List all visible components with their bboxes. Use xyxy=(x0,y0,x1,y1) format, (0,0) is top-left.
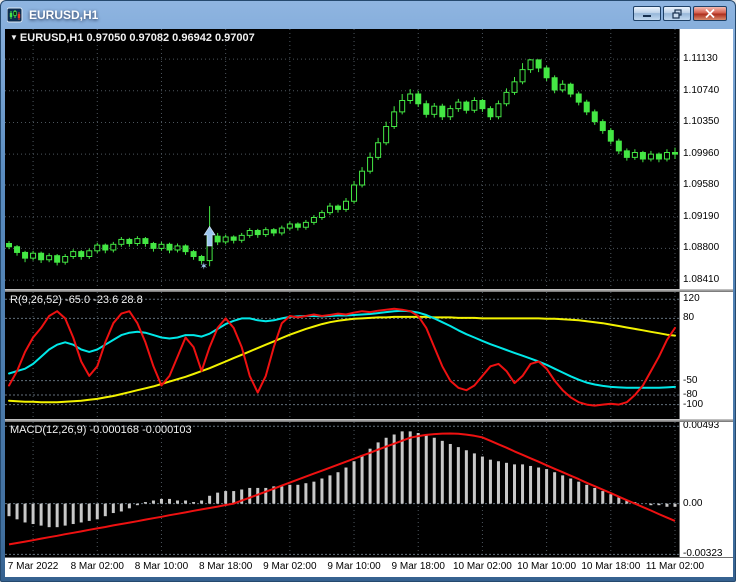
fast-line xyxy=(8,307,676,407)
time-axis-label: 8 Mar 02:00 xyxy=(70,561,124,572)
minimize-button[interactable] xyxy=(633,6,661,21)
time-axis-label: 8 Mar 10:00 xyxy=(134,561,189,572)
time-axis-label: 9 Mar 18:00 xyxy=(391,561,445,572)
chart-begin-marker-icon: ▼ xyxy=(10,33,18,42)
time-axis-label: 9 Mar 02:00 xyxy=(263,561,317,572)
time-axis-label: 10 Mar 02:00 xyxy=(452,561,512,572)
restore-button[interactable] xyxy=(663,6,691,21)
price-axis-label: 1.09190 xyxy=(683,210,720,222)
macd-canvas xyxy=(5,422,679,557)
caption-buttons xyxy=(633,6,727,21)
minimize-icon xyxy=(643,15,651,17)
price-axis-label: 1.09960 xyxy=(683,148,720,160)
oscillator-panel[interactable] xyxy=(5,292,679,419)
chart-window: EURUSD,H1 ✶ 1.11130 1.10740 1.10350 1.09… xyxy=(0,0,736,582)
time-axis-label: 10 Mar 10:00 xyxy=(517,561,577,572)
price-axis-label: 1.10350 xyxy=(683,116,720,128)
close-icon xyxy=(705,9,715,18)
restore-icon xyxy=(671,8,682,19)
slow-line xyxy=(8,315,676,404)
price-axis-label: 1.08410 xyxy=(683,274,720,286)
panel-separator[interactable] xyxy=(5,289,733,292)
oscillator-canvas xyxy=(5,292,679,419)
oscillator-axis-label: -50 xyxy=(683,374,698,386)
oscillator-axis-label: 120 xyxy=(683,293,700,305)
oscillator-indicator-label: R(9,26,52) -65.0 -23.6 28.8 xyxy=(10,294,143,306)
time-axis-label: 11 Mar 02:00 xyxy=(645,561,705,572)
symbol-ohlc-label: ▼ EURUSD,H1 0.97050 0.97082 0.96942 0.970… xyxy=(10,32,255,44)
macd-indicator-label: MACD(12,26,9) -0.000168 -0.000103 xyxy=(10,424,192,436)
macd-panel[interactable] xyxy=(5,422,679,557)
price-axis-label: 1.08800 xyxy=(683,242,720,254)
price-axis[interactable]: 1.11130 1.10740 1.10350 1.09960 1.09580 1.091… xyxy=(679,29,733,559)
main-chart-panel[interactable]: ✶ xyxy=(5,29,679,289)
oscillator-axis-label: 80 xyxy=(683,312,695,324)
main-chart-canvas: ✶ xyxy=(5,29,679,289)
close-button[interactable] xyxy=(693,6,727,21)
star-marker-icon: ✶ xyxy=(200,261,208,272)
titlebar[interactable]: EURUSD,H1 xyxy=(1,1,735,29)
buy-arrow-icon xyxy=(203,225,216,247)
price-axis-label: 1.11130 xyxy=(683,53,718,65)
time-axis-label: 7 Mar 2022 xyxy=(7,561,59,572)
window-title: EURUSD,H1 xyxy=(29,8,99,22)
chart-icon xyxy=(6,7,23,23)
time-axis-label: 9 Mar 10:00 xyxy=(327,561,381,572)
time-axis-label: 8 Mar 18:00 xyxy=(198,561,253,572)
time-axis-label: 10 Mar 18:00 xyxy=(581,561,641,572)
panel-separator[interactable] xyxy=(5,419,733,422)
symbol-ohlc-text: EURUSD,H1 0.97050 0.97082 0.96942 0.9700… xyxy=(19,32,255,44)
price-axis-label: 1.09580 xyxy=(683,179,720,190)
price-axis-label: 1.10740 xyxy=(683,84,720,96)
time-axis[interactable]: 7 Mar 2022 8 Mar 02:00 8 Mar 10:00 8 Mar 18… xyxy=(5,557,733,577)
medium-line xyxy=(8,309,676,389)
chart-client: ✶ 1.11130 1.10740 1.10350 1.09960 1.09580 1.0… xyxy=(5,29,733,577)
macd-axis-label: 0.00 xyxy=(683,497,703,509)
macd-signal-line xyxy=(8,432,676,546)
oscillator-axis-label: -100 xyxy=(683,398,704,410)
